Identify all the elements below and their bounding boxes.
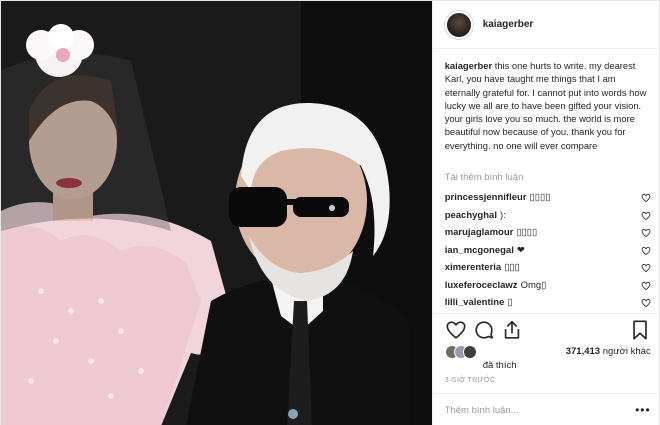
- post-sidebar: kaiagerber kaiagerber this one hurts to …: [431, 1, 660, 425]
- add-comment-bar: •••: [432, 393, 660, 425]
- comment-text: Omg▯: [520, 279, 547, 291]
- comment-username[interactable]: ximerenteria: [445, 262, 502, 273]
- comment-like-heart-icon[interactable]: [641, 281, 651, 291]
- liked-label: đã thích: [482, 360, 517, 371]
- comment-text: ):: [499, 209, 506, 221]
- heart-icon[interactable]: [445, 319, 467, 341]
- comment-item: peachyghal):: [445, 207, 651, 225]
- comment-username[interactable]: princessjennifleur: [445, 192, 527, 203]
- more-options-icon[interactable]: •••: [635, 403, 651, 417]
- like-count-number: 371,413: [565, 346, 601, 357]
- photo-illustration: [1, 1, 432, 425]
- like-count[interactable]: 371,413 người khác: [566, 346, 651, 357]
- comment-username[interactable]: peachyghal: [445, 210, 497, 221]
- comment-like-heart-icon[interactable]: [641, 211, 651, 221]
- comment-like-heart-icon[interactable]: [641, 193, 651, 203]
- likes-row: 371,413 người khác đã thích: [444, 344, 651, 371]
- comment-item: ximerenteria ▯▯▯: [445, 259, 651, 277]
- post-photo[interactable]: [1, 1, 432, 425]
- comment-text: ❤: [516, 244, 525, 256]
- comment-like-heart-icon[interactable]: [641, 263, 651, 273]
- post-caption: kaiagerber this one hurts to write. my d…: [445, 59, 651, 152]
- comment-list: princessjennifleur ▯▯▯▯ peachyghal): maruja…: [445, 189, 651, 312]
- post-header: kaiagerber: [432, 1, 660, 49]
- actions-divider: [432, 313, 660, 314]
- add-comment-input[interactable]: [444, 402, 625, 418]
- comment-item: luxeferoceclawz Omg▯: [445, 277, 651, 295]
- comment-like-heart-icon[interactable]: [641, 246, 651, 256]
- liker-avatars[interactable]: [444, 345, 485, 359]
- comment-bubble-icon[interactable]: [473, 319, 495, 341]
- like-count-suffix: người khác: [600, 346, 651, 357]
- comment-text: ▯▯▯: [504, 262, 520, 273]
- comment-item: princessjennifleur ▯▯▯▯: [445, 189, 651, 207]
- comment-text: ▯▯▯▯: [516, 227, 538, 238]
- post-timestamp[interactable]: 3 GIỜ TRƯỚC: [445, 377, 496, 384]
- comment-item: lilli_valentine ▯: [445, 294, 651, 312]
- comment-username[interactable]: lilli_valentine: [445, 297, 505, 308]
- comment-username[interactable]: luxeferoceclawz: [445, 280, 518, 291]
- bookmark-icon[interactable]: [629, 319, 651, 341]
- comment-text: ▯: [507, 297, 513, 308]
- comment-text: ▯▯▯▯: [529, 192, 551, 203]
- comment-like-heart-icon[interactable]: [641, 228, 651, 238]
- comment-username[interactable]: ian_mcgonegal: [445, 245, 514, 256]
- load-more-comments-link[interactable]: Tải thêm bình luận: [445, 172, 524, 183]
- comment-username[interactable]: marujaglamour: [445, 227, 514, 238]
- liker-avatar: [462, 345, 477, 359]
- comment-item: ian_mcgonegal ❤: [445, 242, 651, 260]
- avatar[interactable]: [444, 10, 473, 39]
- comment-item: marujaglamour ▯▯▯▯: [445, 224, 651, 242]
- caption-text: this one hurts to write. my dearest Karl…: [444, 60, 647, 151]
- post-actions: [445, 319, 651, 341]
- header-username[interactable]: kaiagerber: [483, 19, 534, 30]
- instagram-post-window: kaiagerber kaiagerber this one hurts to …: [0, 0, 660, 425]
- share-icon[interactable]: [501, 319, 523, 341]
- caption-username[interactable]: kaiagerber: [445, 60, 492, 71]
- comment-like-heart-icon[interactable]: [641, 298, 651, 308]
